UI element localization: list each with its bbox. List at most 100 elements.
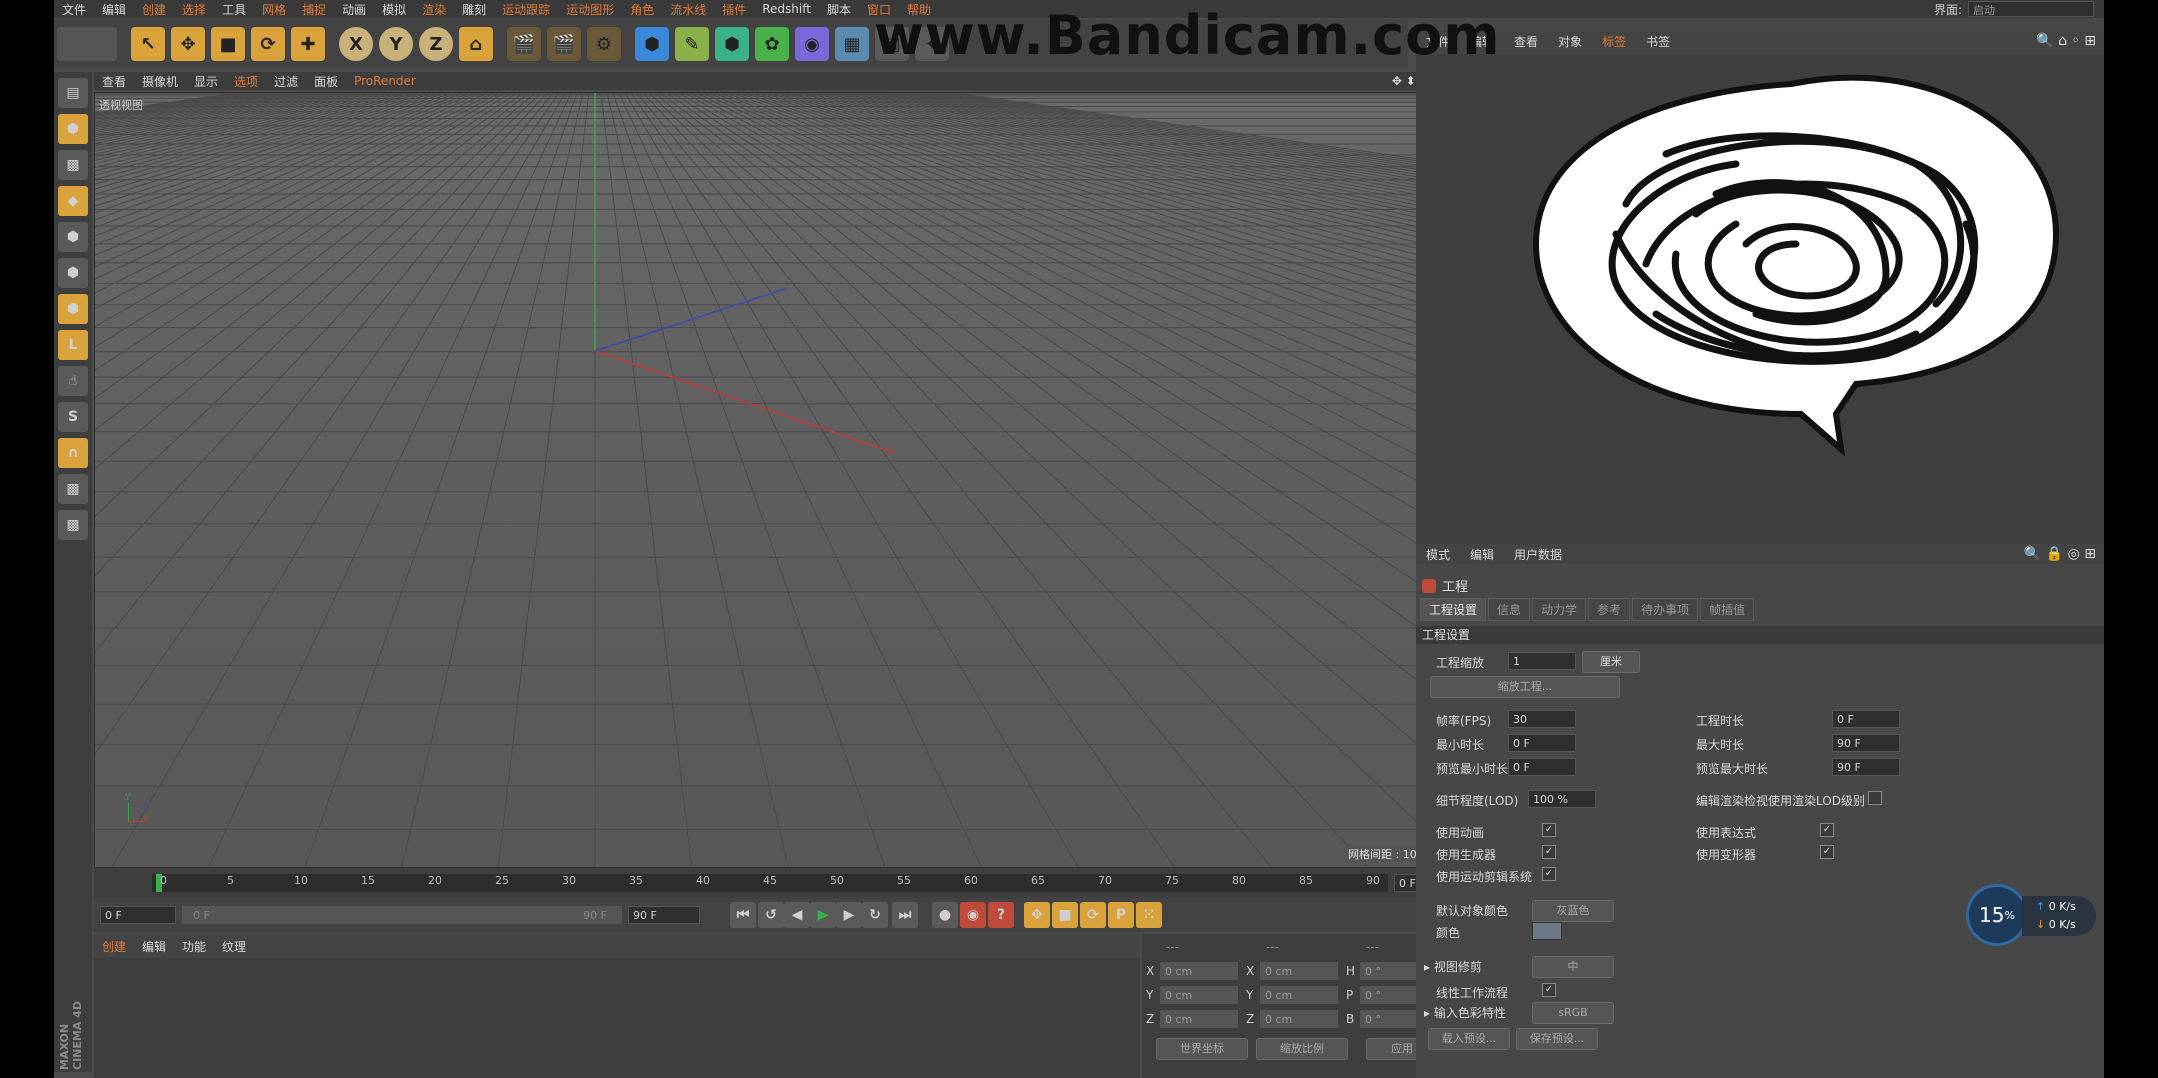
attributes-tab-2[interactable]: 动力学 (1532, 598, 1587, 621)
menu-item-14[interactable]: 流水线 (662, 1, 714, 18)
viewport-menu-item-0[interactable]: 查看 (94, 73, 134, 90)
keyframe-selection-icon[interactable]: ? (988, 902, 1014, 928)
undo-redo-icon[interactable] (57, 27, 117, 61)
key-scale-icon[interactable]: ■ (1052, 902, 1078, 928)
coord-value-field[interactable]: 0 cm (1160, 962, 1238, 980)
y-axis-button[interactable]: Y (379, 27, 413, 61)
use-deformers-checkbox[interactable]: ✓ (1820, 845, 1834, 859)
scale-icon[interactable]: ■ (211, 27, 245, 61)
viewport-menu-item-1[interactable]: 摄像机 (134, 73, 186, 90)
attributes-tab-0[interactable]: 工程设置 (1420, 598, 1487, 621)
points-mode-icon[interactable]: ⬢ (58, 222, 88, 252)
attributes-icons[interactable]: 🔍 🔒 ◎ ⊞ (2024, 546, 2096, 562)
menu-item-9[interactable]: 渲染 (414, 1, 454, 18)
menu-item-0[interactable]: 文件 (54, 1, 94, 18)
attributes-tab-3[interactable]: 参考 (1588, 598, 1631, 621)
key-pla-icon[interactable]: ⁙ (1136, 902, 1162, 928)
axis-mode-icon[interactable]: L (58, 330, 88, 360)
material-menu-item-0[interactable]: 创建 (94, 938, 134, 955)
menu-item-7[interactable]: 动画 (334, 1, 374, 18)
layout-dropdown[interactable]: 启动 (1968, 1, 2094, 17)
edges-mode-icon[interactable]: ⬢ (58, 258, 88, 288)
preview-min-field[interactable]: 0 F (1508, 758, 1576, 776)
key-parameter-button[interactable]: P (1108, 902, 1134, 928)
menu-item-13[interactable]: 角色 (622, 1, 662, 18)
use-animation-checkbox[interactable]: ✓ (1542, 823, 1556, 837)
menu-item-10[interactable]: 雕刻 (454, 1, 494, 18)
project-scale-field[interactable]: 1 (1508, 652, 1576, 670)
texture-mode-icon[interactable]: ▩ (58, 150, 88, 180)
menu-item-5[interactable]: 网格 (254, 1, 294, 18)
menu-item-12[interactable]: 运动图形 (558, 1, 622, 18)
object-menu-item-5[interactable]: 书签 (1636, 33, 1680, 50)
subdivision-icon[interactable]: ⬢ (715, 27, 749, 61)
workplane-icon[interactable]: ◆ (58, 186, 88, 216)
viewport-menu-item-6[interactable]: ProRender (346, 74, 424, 88)
min-time-field[interactable]: 0 F (1508, 734, 1576, 752)
record-keys-icon[interactable]: ● (932, 902, 958, 928)
menu-item-4[interactable]: 工具 (214, 1, 254, 18)
menu-item-11[interactable]: 运动跟踪 (494, 1, 558, 18)
default-color-dropdown[interactable]: 灰蓝色 (1532, 900, 1614, 922)
use-motion-checkbox[interactable]: ✓ (1542, 867, 1556, 881)
material-menu-item-3[interactable]: 纹理 (214, 938, 254, 955)
viewport-menu-item-4[interactable]: 过滤 (266, 73, 306, 90)
menu-item-8[interactable]: 模拟 (374, 1, 414, 18)
project-scale-unit-dropdown[interactable]: 厘米 (1582, 651, 1640, 673)
object-menu-item-4[interactable]: 标签 (1592, 33, 1636, 50)
select-icon[interactable]: ↖ (131, 27, 165, 61)
start-frame-field[interactable]: 0 F (100, 906, 176, 924)
end-frame-field[interactable]: 90 F (628, 906, 700, 924)
menu-item-3[interactable]: 选择 (174, 1, 214, 18)
next-frame-icon[interactable]: ▶ (836, 902, 862, 928)
fps-field[interactable]: 30 (1508, 710, 1576, 728)
move-icon[interactable]: ✥ (171, 27, 205, 61)
render-settings-icon[interactable]: ⚙ (587, 27, 621, 61)
timeline-ruler[interactable]: 0 5 10 15 20 25 30 35 40 45 50 55 60 65 70 75 80 85 90 (152, 874, 1388, 892)
object-manager-icons[interactable]: 🔍 ⌂ ◦ ⊞ (2036, 33, 2096, 49)
model-mode-icon[interactable]: ⬢ (58, 114, 88, 144)
cloner-icon[interactable]: ✿ (755, 27, 789, 61)
object-menu-item-2[interactable]: 查看 (1504, 33, 1548, 50)
material-menu-item-1[interactable]: 编辑 (134, 938, 174, 955)
viewport-menu-item-2[interactable]: 显示 (186, 73, 226, 90)
menu-item-17[interactable]: 脚本 (819, 1, 859, 18)
attributes-menu-item-2[interactable]: 用户数据 (1504, 546, 1572, 563)
scale-mode-dropdown[interactable]: 缩放比例 (1256, 1038, 1348, 1060)
make-editable-icon[interactable]: ▤ (58, 78, 88, 108)
coord-value-field[interactable]: 0 cm (1260, 962, 1338, 980)
duration-field[interactable]: 0 F (1832, 710, 1900, 728)
rotate-icon[interactable]: ⟳ (251, 27, 285, 61)
render-view-icon[interactable]: 🎬 (507, 27, 541, 61)
x-axis-button[interactable]: X (339, 27, 373, 61)
menu-item-6[interactable]: 捕捉 (294, 1, 334, 18)
coord-value-field[interactable]: 0 cm (1260, 1010, 1338, 1028)
snap-icon[interactable]: S (58, 402, 88, 432)
object-manager-list[interactable] (1416, 54, 2104, 558)
floor-icon[interactable]: ▦ (835, 27, 869, 61)
material-menu-item-2[interactable]: 功能 (174, 938, 214, 955)
viewport-menu-item-3[interactable]: 选项 (226, 73, 266, 90)
coordinate-system-icon[interactable]: ⌂ (459, 27, 493, 61)
coord-value-field[interactable]: 0 cm (1260, 986, 1338, 1004)
max-time-field[interactable]: 90 F (1832, 734, 1900, 752)
next-key-icon[interactable]: ↻ (862, 902, 888, 928)
linear-workflow-checkbox[interactable]: ✓ (1542, 983, 1556, 997)
menu-item-15[interactable]: 插件 (714, 1, 754, 18)
cube-icon[interactable]: ⬢ (635, 27, 669, 61)
deformer-icon[interactable]: ◉ (795, 27, 829, 61)
range-slider[interactable]: 0 F 90 F (182, 906, 622, 924)
attributes-tab-5[interactable]: 帧插值 (1700, 598, 1755, 621)
lock-workplane-icon[interactable]: ▩ (58, 474, 88, 504)
pen-icon[interactable]: ✎ (675, 27, 709, 61)
attributes-tab-1[interactable]: 信息 (1488, 598, 1531, 621)
viewport-menu-item-5[interactable]: 面板 (306, 73, 346, 90)
polygons-mode-icon[interactable]: ⬢ (58, 294, 88, 324)
coord-value-field[interactable]: 0 cm (1160, 1010, 1238, 1028)
lod-field[interactable]: 100 % (1528, 790, 1596, 808)
world-coordinates-dropdown[interactable]: 世界坐标 (1156, 1038, 1248, 1060)
render-lod-checkbox[interactable] (1868, 791, 1882, 805)
attributes-menu-item-1[interactable]: 编辑 (1460, 546, 1504, 563)
preview-max-field[interactable]: 90 F (1832, 758, 1900, 776)
render-picture-viewer-icon[interactable]: 🎬 (547, 27, 581, 61)
